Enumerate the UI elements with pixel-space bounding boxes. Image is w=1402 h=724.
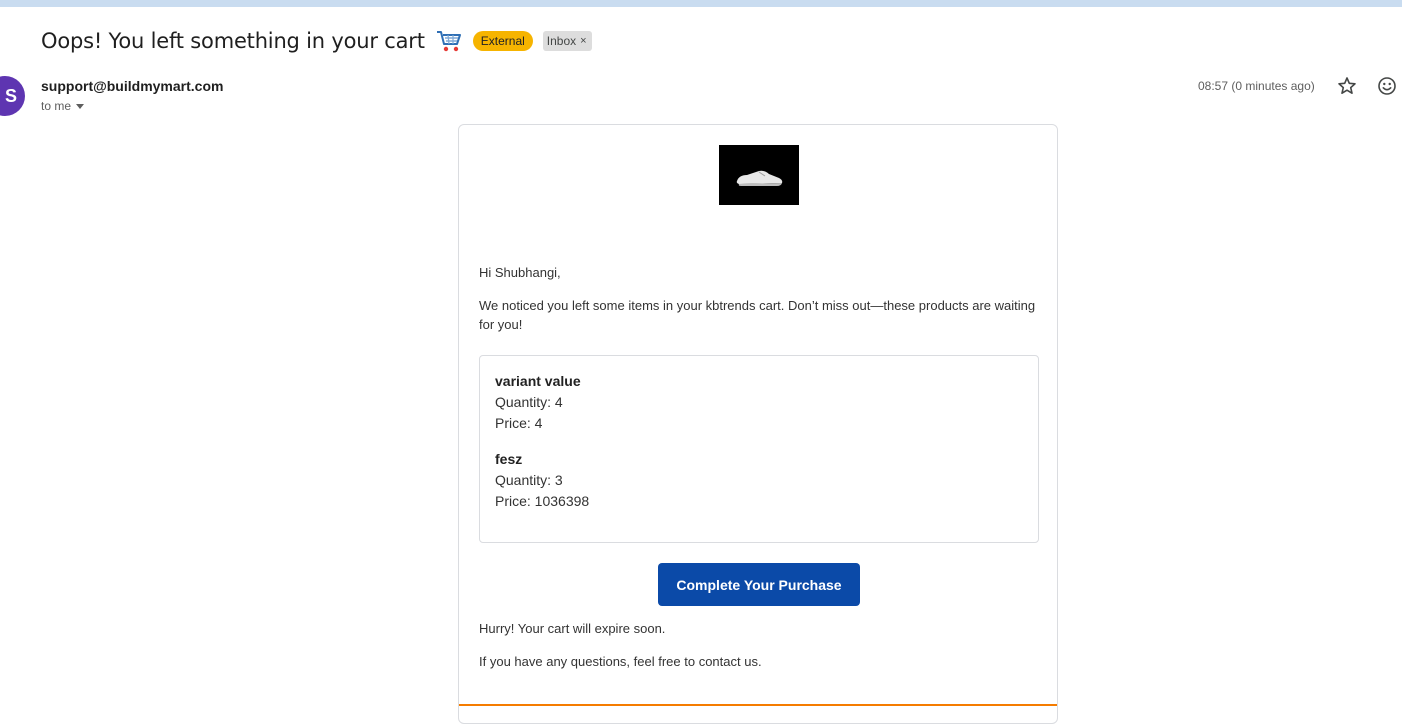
recipient-label: to me: [41, 99, 72, 113]
item-quantity: Quantity: 3: [495, 472, 563, 488]
remove-label-icon[interactable]: ×: [580, 34, 586, 48]
footer-divider: [459, 704, 1057, 706]
email-timestamp: 08:57 (0 minutes ago): [1198, 79, 1315, 93]
inbox-label[interactable]: Inbox ×: [542, 31, 592, 51]
item-name: fesz: [495, 451, 523, 467]
greeting-text: Hi Shubhangi,: [479, 265, 561, 280]
sender-address[interactable]: support@buildmymart.com: [41, 78, 223, 94]
cart-item: variant value Quantity: 4 Price: 4: [495, 371, 581, 434]
contact-text: If you have any questions, feel free to …: [479, 654, 762, 669]
recipient-details[interactable]: to me: [41, 99, 85, 113]
email-body-card: Hi Shubhangi, We noticed you left some i…: [458, 124, 1058, 724]
star-icon[interactable]: [1337, 76, 1357, 96]
notice-text: We noticed you left some items in your k…: [479, 298, 1036, 332]
complete-purchase-button[interactable]: Complete Your Purchase: [658, 563, 860, 606]
chevron-down-icon[interactable]: [76, 104, 85, 109]
email-subject: Oops! You left something in your cart: [41, 29, 425, 53]
sender-avatar[interactable]: S: [0, 76, 25, 116]
item-price: Price: 4: [495, 415, 543, 431]
item-quantity: Quantity: 4: [495, 394, 563, 410]
subject-row: Oops! You left something in your cart Ex…: [41, 26, 592, 56]
shopping-cart-icon: [435, 28, 463, 54]
external-label: External: [472, 31, 533, 51]
top-strip: [0, 0, 1402, 7]
emoji-icon[interactable]: [1377, 76, 1397, 96]
inbox-label-text: Inbox: [546, 34, 577, 48]
expiry-notice: Hurry! Your cart will expire soon.: [479, 621, 666, 636]
cart-items-box: variant value Quantity: 4 Price: 4 fesz …: [479, 355, 1039, 543]
cart-item: fesz Quantity: 3 Price: 1036398: [495, 449, 589, 512]
item-name: variant value: [495, 373, 581, 389]
sneaker-image: [719, 145, 799, 205]
item-price: Price: 1036398: [495, 493, 590, 509]
